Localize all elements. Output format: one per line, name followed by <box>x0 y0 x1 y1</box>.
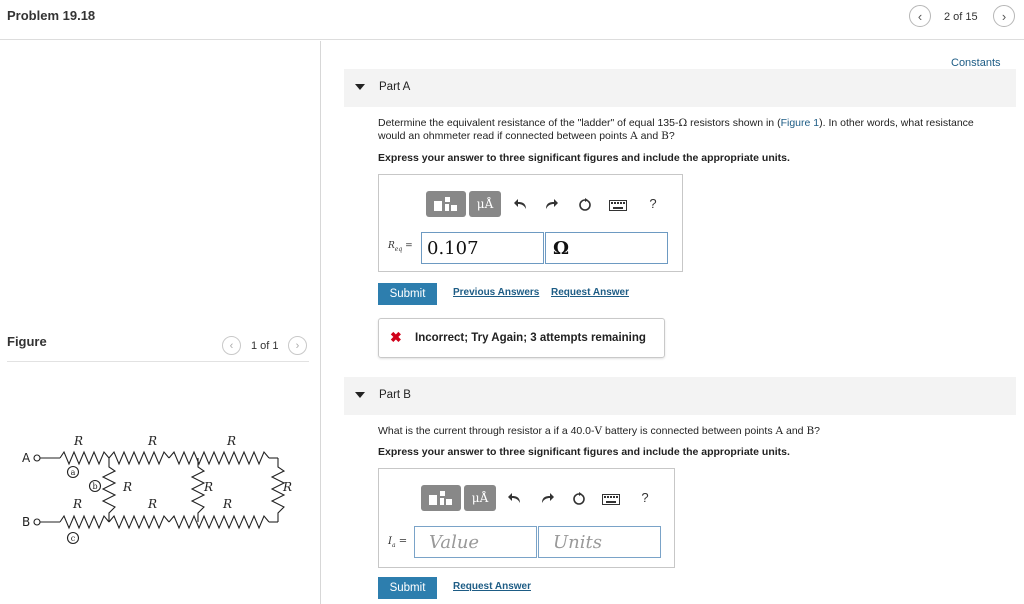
help-icon[interactable]: ? <box>645 195 661 211</box>
part-a-label: Part A <box>379 81 411 93</box>
next-problem-button[interactable]: › <box>993 5 1015 27</box>
resistor-label: R <box>226 434 236 448</box>
resistor-label: R <box>147 497 157 511</box>
chevron-left-icon: ‹ <box>229 339 234 352</box>
ohm-symbol: Ω <box>678 117 688 129</box>
keyboard-icon[interactable] <box>609 197 627 213</box>
part-b-submit-button[interactable]: Submit <box>378 577 437 599</box>
question-text: and <box>783 425 807 437</box>
chevron-left-icon: ‹ <box>917 8 923 24</box>
reset-icon[interactable] <box>571 490 587 506</box>
part-b-header[interactable]: Part B <box>344 377 1016 415</box>
question-text: ). In other words, what resistance <box>819 117 974 129</box>
figure-next-button[interactable]: › <box>288 336 307 355</box>
constants-link[interactable]: Constants <box>951 57 1001 69</box>
keyboard-icon[interactable] <box>602 491 620 507</box>
templates-icon[interactable] <box>426 191 466 217</box>
req-value-input[interactable]: 0.107 <box>421 232 544 264</box>
question-text: ? <box>814 425 820 437</box>
question-text: ? <box>668 130 675 142</box>
question-text: would an ohmmeter read if connected betw… <box>378 130 631 142</box>
req-variable-label: Req = <box>388 241 413 253</box>
resistor-label: R <box>282 480 292 494</box>
point-label: B <box>806 425 815 437</box>
variable-subscript: a <box>391 542 396 549</box>
units-icon[interactable]: μÅ <box>469 191 501 217</box>
part-a-submit-button[interactable]: Submit <box>378 283 437 305</box>
ia-value-input[interactable]: Value <box>414 526 537 558</box>
ia-variable-label: Ia = <box>388 536 407 549</box>
units-icon[interactable]: μÅ <box>464 485 496 511</box>
feedback-message: ✖ Incorrect; Try Again; 3 attempts remai… <box>378 318 665 358</box>
previous-answers-link[interactable]: Previous Answers <box>453 287 539 298</box>
undo-icon[interactable] <box>507 490 523 506</box>
part-a-answer-box: μÅ ? Req = 0.107 Ω <box>378 174 683 272</box>
part-a-question: Determine the equivalent resistance of t… <box>378 117 1010 143</box>
resistor-label: R <box>72 497 82 511</box>
figure-separator <box>7 361 309 362</box>
point-a-label: a <box>71 468 76 477</box>
redo-icon[interactable] <box>543 196 559 212</box>
part-a-header[interactable]: Part A <box>344 69 1016 107</box>
part-b-instruction: Express your answer to three significant… <box>378 446 790 458</box>
ladder-circuit-diagram: R R R R R R R R R A B a b c <box>22 434 292 545</box>
req-units-input[interactable]: Ω <box>545 232 668 264</box>
volt-symbol: V <box>594 425 603 437</box>
chevron-right-icon: › <box>1001 8 1007 24</box>
resistor-label: R <box>203 480 213 494</box>
resistor-label: R <box>73 434 83 448</box>
question-text: resistors shown in ( <box>687 117 781 129</box>
redo-icon[interactable] <box>539 490 555 506</box>
variable-subscript: eq <box>394 245 403 253</box>
undo-icon[interactable] <box>513 196 529 212</box>
question-text: and <box>637 130 662 142</box>
part-b-answer-box: μÅ ? Ia = Value Units <box>378 468 675 568</box>
figure-1-link[interactable]: Figure 1 <box>781 117 820 129</box>
point-b-label: b <box>92 482 97 491</box>
point-label: A <box>775 425 784 437</box>
figure-prev-button[interactable]: ‹ <box>222 336 241 355</box>
equals-sign: = <box>398 536 408 547</box>
point-label: A <box>630 130 638 142</box>
prev-problem-button[interactable]: ‹ <box>909 5 931 27</box>
problem-pager-text: 2 of 15 <box>944 11 978 23</box>
chevron-right-icon: › <box>295 339 300 352</box>
part-b-question: What is the current through resistor a i… <box>378 425 820 438</box>
equals-sign: = <box>405 241 413 251</box>
part-b-request-answer-link[interactable]: Request Answer <box>453 581 531 592</box>
terminal-a-label: A <box>22 451 31 465</box>
figure-title: Figure <box>7 334 47 349</box>
help-icon[interactable]: ? <box>637 489 653 505</box>
point-c-label: c <box>71 534 76 543</box>
question-text: Determine the equivalent resistance of t… <box>378 117 679 129</box>
incorrect-x-icon: ✖ <box>390 329 402 345</box>
reset-icon[interactable] <box>577 196 593 212</box>
resistor-label: R <box>222 497 232 511</box>
ia-units-input[interactable]: Units <box>538 526 661 558</box>
collapse-triangle-icon <box>355 392 365 398</box>
variable-symbol: R <box>388 241 395 251</box>
templates-icon[interactable] <box>421 485 461 511</box>
terminal-b-label: B <box>22 515 30 529</box>
question-text: What is the current through resistor a i… <box>378 425 595 437</box>
problem-title: Problem 19.18 <box>7 8 96 23</box>
top-bar: Problem 19.18 ‹ 2 of 15 › <box>0 0 1024 40</box>
resistor-label: R <box>122 480 132 494</box>
part-a-request-answer-link[interactable]: Request Answer <box>551 287 629 298</box>
resistor-label: R <box>147 434 157 448</box>
part-a-instruction: Express your answer to three significant… <box>378 152 790 164</box>
feedback-text: Incorrect; Try Again; 3 attempts remaini… <box>415 332 646 344</box>
question-text: battery is connected between points <box>602 425 776 437</box>
collapse-triangle-icon <box>355 84 365 90</box>
figure-pager-text: 1 of 1 <box>251 340 279 352</box>
point-label: B <box>661 130 669 142</box>
part-b-label: Part B <box>379 389 411 401</box>
